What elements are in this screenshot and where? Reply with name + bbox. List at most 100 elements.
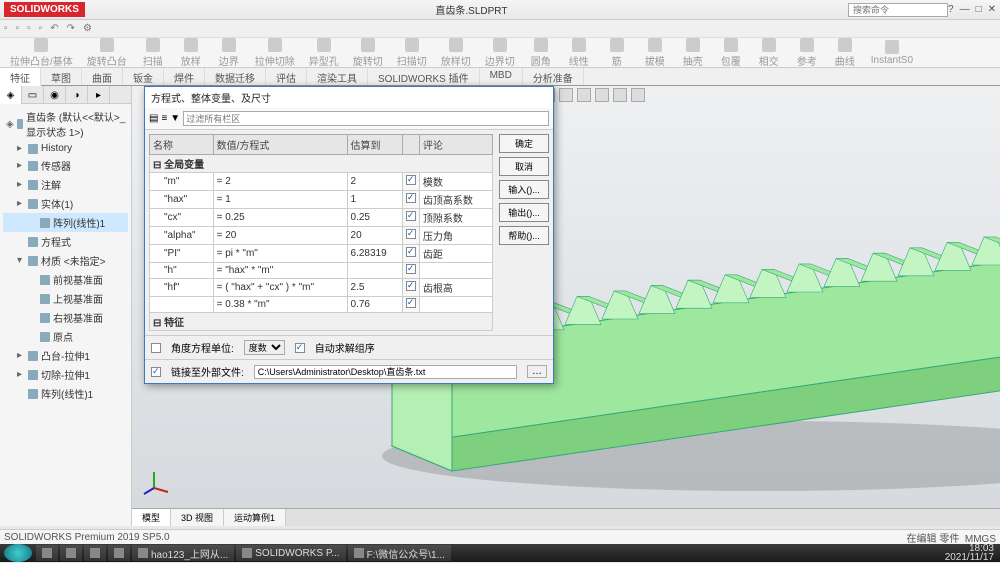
tree-item[interactable]: 右视基准面 xyxy=(3,308,128,327)
tree-item[interactable]: ▸注解 xyxy=(3,175,128,194)
ribbon-button[interactable]: 边界切 xyxy=(481,36,519,70)
scene-icon[interactable] xyxy=(595,88,609,102)
import-button[interactable]: 输入()... xyxy=(499,180,549,199)
view-orient-icon[interactable] xyxy=(559,88,573,102)
ribbon-button[interactable]: 扫描切 xyxy=(393,36,431,70)
tab[interactable]: 曲面 xyxy=(82,68,123,85)
tree-item[interactable]: 阵列(线性)1 xyxy=(3,384,128,403)
redo-icon[interactable]: ↷ xyxy=(67,23,75,34)
search-input[interactable] xyxy=(848,3,948,17)
ribbon-button[interactable]: 旋转切 xyxy=(349,36,387,70)
side-tab-config[interactable]: ◉ xyxy=(44,86,66,104)
tree-item[interactable]: 方程式 xyxy=(3,232,128,251)
tab[interactable]: 焊件 xyxy=(164,68,205,85)
rebuild-checkbox[interactable] xyxy=(151,343,161,353)
tab[interactable]: 钣金 xyxy=(123,68,164,85)
tab[interactable]: 渲染工具 xyxy=(307,68,368,85)
unit-select[interactable]: 度数 xyxy=(244,340,285,355)
tree-item[interactable]: ▸切除-拉伸1 xyxy=(3,365,128,384)
ribbon-button[interactable]: 曲线 xyxy=(829,36,861,70)
tree-item[interactable]: 前视基准面 xyxy=(3,270,128,289)
ribbon-button[interactable]: 圆角 xyxy=(525,36,557,70)
ribbon-button[interactable]: 边界 xyxy=(213,36,245,70)
tree-item[interactable]: ▸History xyxy=(3,141,128,156)
ribbon-button[interactable]: 抽壳 xyxy=(677,36,709,70)
appearance-icon[interactable] xyxy=(613,88,627,102)
save-icon[interactable]: ▫ xyxy=(27,23,31,34)
taskbar-item[interactable] xyxy=(60,545,82,561)
taskbar-item[interactable]: hao123_上网从... xyxy=(132,545,234,561)
tree-item[interactable]: ▸实体(1) xyxy=(3,194,128,213)
filter-icon[interactable]: ▼ xyxy=(170,113,180,124)
tab[interactable]: 分析准备 xyxy=(523,68,584,85)
ribbon-button[interactable]: 参考 xyxy=(791,36,823,70)
tab[interactable]: SOLIDWORKS 插件 xyxy=(368,68,480,85)
ribbon-button[interactable]: 筋 xyxy=(601,36,633,70)
ribbon-button[interactable]: 扫描 xyxy=(137,36,169,70)
help-icon[interactable]: ? xyxy=(948,4,954,15)
ribbon-button[interactable]: InstantS0 xyxy=(867,38,917,68)
close-icon[interactable]: ✕ xyxy=(988,4,996,15)
tab[interactable]: 草图 xyxy=(41,68,82,85)
tree-item[interactable]: ◈直齿条 (默认<<默认>_显示状态 1>) xyxy=(3,107,128,141)
system-tray[interactable]: 18:03 2021/11/17 xyxy=(939,544,1000,562)
tree-item[interactable]: ▸传感器 xyxy=(3,156,128,175)
undo-icon[interactable]: ↶ xyxy=(50,23,58,34)
cancel-button[interactable]: 取消 xyxy=(499,157,549,176)
tab[interactable]: 评估 xyxy=(266,68,307,85)
taskbar-item[interactable] xyxy=(84,545,106,561)
ribbon-button[interactable]: 放样 xyxy=(175,36,207,70)
ribbon-button[interactable]: 拉伸切除 xyxy=(251,36,299,70)
ribbon-button[interactable]: 异型孔 xyxy=(305,36,343,70)
tree-item[interactable]: ▾材质 <未指定> xyxy=(3,251,128,270)
clock-date: 2021/11/17 xyxy=(945,553,994,562)
taskbar-item[interactable]: SOLIDWORKS P... xyxy=(236,545,345,561)
taskbar-item[interactable] xyxy=(36,545,58,561)
ribbon-button[interactable]: 放样切 xyxy=(437,36,475,70)
max-icon[interactable]: □ xyxy=(976,4,982,15)
view-list-icon[interactable]: ≡ xyxy=(161,113,167,124)
auto-checkbox[interactable] xyxy=(295,343,305,353)
ribbon-button[interactable]: 包覆 xyxy=(715,36,747,70)
ribbon-button[interactable]: 拔模 xyxy=(639,36,671,70)
tab[interactable]: 特征 xyxy=(0,68,41,86)
side-tab-display[interactable]: ◑ xyxy=(66,86,88,104)
browse-icon[interactable]: … xyxy=(527,365,547,378)
view-tree-icon[interactable]: ▤ xyxy=(149,113,158,124)
link-checkbox[interactable] xyxy=(151,367,161,377)
tree-item[interactable]: 上视基准面 xyxy=(3,289,128,308)
help-button[interactable]: 帮助()... xyxy=(499,226,549,245)
tree-item[interactable]: ▸凸台-拉伸1 xyxy=(3,346,128,365)
taskbar-item[interactable] xyxy=(108,545,130,561)
new-icon[interactable]: ▫ xyxy=(4,23,8,34)
hide-show-icon[interactable] xyxy=(631,88,645,102)
taskbar-item[interactable]: F:\微信公众号\1... xyxy=(348,545,451,561)
print-icon[interactable]: ▫ xyxy=(39,23,43,34)
ribbon-button[interactable]: 相交 xyxy=(753,36,785,70)
viewport-tab[interactable]: 运动算例1 xyxy=(224,509,286,526)
tree-item[interactable]: 原点 xyxy=(3,327,128,346)
start-button[interactable] xyxy=(4,544,32,562)
tab[interactable]: 数据迁移 xyxy=(205,68,266,85)
side-tab-prop[interactable]: ▭ xyxy=(22,86,44,104)
gear-icon[interactable]: ⚙ xyxy=(83,23,92,34)
ok-button[interactable]: 确定 xyxy=(499,134,549,153)
filter-input[interactable] xyxy=(183,111,549,126)
viewport-tab[interactable]: 模型 xyxy=(132,509,171,526)
open-icon[interactable]: ▫ xyxy=(16,23,20,34)
tab[interactable]: MBD xyxy=(480,68,523,85)
tree-item[interactable]: 阵列(线性)1 xyxy=(3,213,128,232)
feature-tree: ◈直齿条 (默认<<默认>_显示状态 1>)▸History▸传感器▸注解▸实体… xyxy=(0,104,131,406)
equations-table[interactable]: 名称数值/方程式估算到评论⊟ 全局变量"m"= 22模数"hax"= 11齿顶高… xyxy=(149,134,493,331)
viewport-tab[interactable]: 3D 视图 xyxy=(171,509,224,526)
export-button[interactable]: 输出()... xyxy=(499,203,549,222)
side-tab-more[interactable]: ▸ xyxy=(88,86,110,104)
link-path-field[interactable] xyxy=(254,365,517,379)
equations-dialog: 方程式、整体变量、及尺寸 ▤ ≡ ▼ 名称数值/方程式估算到评论⊟ 全局变量"m… xyxy=(144,86,554,384)
min-icon[interactable]: — xyxy=(960,4,970,15)
display-style-icon[interactable] xyxy=(577,88,591,102)
ribbon-button[interactable]: 拉伸凸台/基体 xyxy=(6,36,77,70)
side-tab-feature[interactable]: ◈ xyxy=(0,86,22,104)
ribbon-button[interactable]: 线性 xyxy=(563,36,595,70)
ribbon-button[interactable]: 旋转凸台 xyxy=(83,36,131,70)
